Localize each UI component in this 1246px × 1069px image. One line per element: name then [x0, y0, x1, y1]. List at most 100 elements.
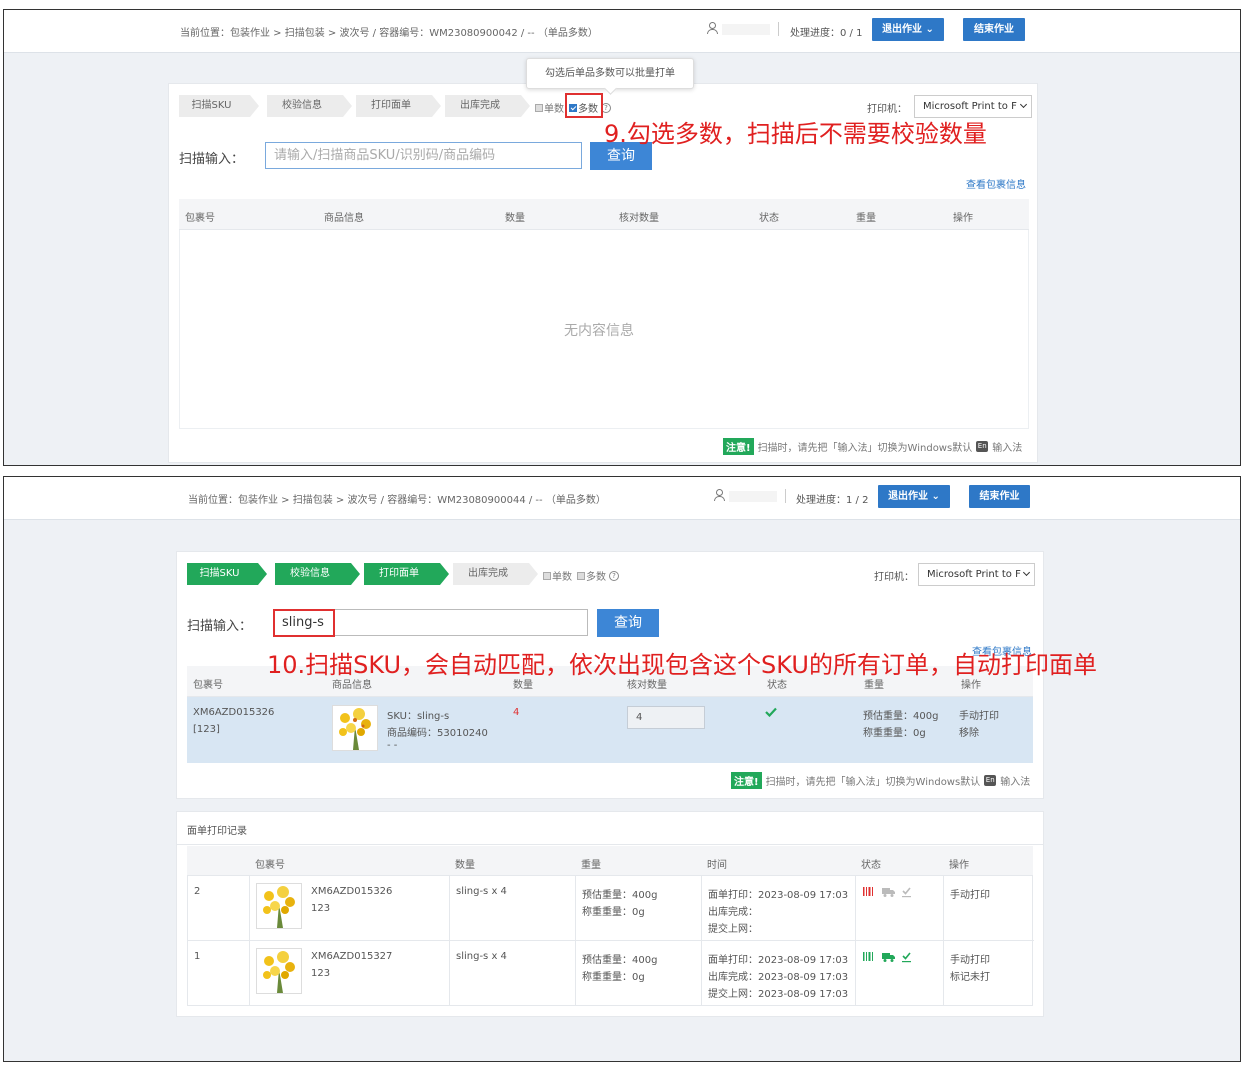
- chevron-down-icon: [1022, 568, 1031, 577]
- log-col-action: 操作: [949, 860, 969, 871]
- single-qty-checkbox[interactable]: 单数: [535, 100, 564, 115]
- log-est-weight: 预估重量：400g: [582, 955, 658, 966]
- log-package-sub: 123: [311, 968, 331, 979]
- quantity: 4: [513, 707, 520, 718]
- actual-weight: 称重重量：0g: [863, 728, 926, 739]
- package-sub: [123]: [193, 724, 220, 735]
- col-package-no: 包裹号: [185, 213, 215, 224]
- print-log-panel: 面单打印记录 包裹号 数量 重量 时间 状态 操作 2 XM6AZD015326…: [176, 811, 1044, 1017]
- step-outbound-done: 出库完成: [453, 563, 538, 585]
- user-name: [729, 491, 777, 502]
- log-act-weight: 称重重量：0g: [582, 972, 645, 983]
- check-qty-input[interactable]: 4: [627, 706, 705, 729]
- table-header: 包裹号 商品信息 数量 核对数量 状态 重量 操作: [179, 199, 1029, 230]
- product-image: [256, 948, 302, 994]
- step-verify-info: 校验信息: [267, 95, 352, 117]
- flower-bouquet-icon: [263, 951, 295, 993]
- col-package-no: 包裹号: [193, 680, 223, 691]
- help-tooltip: 勾选后单品多数可以批量打单: [526, 58, 694, 89]
- print-log-title: 面单打印记录: [187, 826, 247, 837]
- table-row: XM6AZD015326 [123] SKU：sling-s 商品编码：5301…: [187, 697, 1033, 763]
- notice-end: 输入法: [992, 443, 1023, 454]
- help-icon[interactable]: ?: [609, 570, 619, 581]
- checkbox-box[interactable]: [543, 571, 551, 580]
- log-package-no: XM6AZD015326: [311, 886, 393, 897]
- notice-tag: 注意!: [731, 772, 762, 789]
- printer-select[interactable]: Microsoft Print to F: [918, 563, 1035, 586]
- checkbox-box[interactable]: [577, 571, 585, 580]
- progress-text: 处理进度：0 / 1: [790, 28, 863, 39]
- log-col-quantity: 数量: [455, 860, 475, 871]
- scan-label: 扫描输入：: [179, 152, 245, 167]
- log-index: 1: [194, 951, 201, 962]
- view-package-link[interactable]: 查看包裹信息: [966, 176, 1026, 191]
- truck-icon: [882, 888, 895, 897]
- screenshot-step9: 当前位置：包装作业 > 扫描包装 > 波次号 / 容器编号：WM23080900…: [3, 9, 1241, 466]
- query-button[interactable]: 查询: [597, 609, 659, 637]
- notice-text: 扫描时，请先把「输入法」切换为Windows默认: [757, 443, 973, 454]
- col-product-info: 商品信息: [324, 213, 364, 224]
- status-icons: [863, 887, 911, 898]
- breadcrumb: 当前位置：包装作业 > 扫描包装 > 波次号 / 容器编号：WM23080900…: [188, 495, 606, 506]
- log-est-weight: 预估重量：400g: [582, 890, 658, 901]
- highlight-box: [565, 93, 603, 118]
- barcode-icon: [863, 887, 873, 896]
- flower-bouquet-icon: [339, 708, 371, 750]
- status-icons: [863, 952, 911, 963]
- col-weight: 重量: [856, 213, 876, 224]
- upload-check-icon: [902, 887, 911, 898]
- scan-input[interactable]: 请输入/扫描商品SKU/识别码/商品编码: [265, 142, 582, 169]
- log-mark-unprinted-link[interactable]: 标记未打: [950, 968, 990, 983]
- printer-label: 打印机：: [867, 104, 907, 115]
- product-image: [332, 705, 378, 751]
- finish-work-button[interactable]: 结束作业: [963, 18, 1025, 41]
- log-col-status: 状态: [861, 860, 881, 871]
- annotation-step10: 10.扫描SKU，会自动匹配，依次出现包含这个SKU的所有订单，自动打印面单: [267, 651, 1097, 679]
- product-code: 商品编码：53010240: [387, 728, 488, 739]
- log-col-package-no: 包裹号: [255, 860, 285, 871]
- screenshot-step10: 当前位置：包装作业 > 扫描包装 > 波次号 / 容器编号：WM23080900…: [3, 476, 1241, 1062]
- log-time-print: 面单打印：2023-08-09 17:03: [708, 955, 849, 966]
- log-quantity: sling-s x 4: [456, 886, 507, 897]
- divider: [785, 489, 786, 503]
- barcode-icon: [863, 952, 873, 961]
- log-table-body: 2 XM6AZD015326 123 sling-s x 4 预估重量：400g…: [187, 876, 1034, 1006]
- log-manual-print-link[interactable]: 手动打印: [950, 951, 990, 966]
- upload-check-icon: [902, 952, 911, 963]
- top-bar: 当前位置：包装作业 > 扫描包装 > 波次号 / 容器编号：WM23080900…: [4, 477, 1240, 520]
- table-body-empty: 无内容信息: [179, 230, 1029, 429]
- manual-print-link[interactable]: 手动打印: [959, 707, 999, 722]
- notice-tag: 注意!: [723, 438, 754, 455]
- multi-qty-checkbox[interactable]: 多数?: [577, 568, 619, 583]
- col-quantity: 数量: [505, 213, 525, 224]
- single-qty-checkbox[interactable]: 单数: [543, 568, 572, 583]
- product-sku: SKU：sling-s: [387, 711, 450, 722]
- log-quantity: sling-s x 4: [456, 951, 507, 962]
- user-name: [722, 24, 770, 35]
- notice-end: 输入法: [1000, 777, 1031, 788]
- printer-value: Microsoft Print to F: [923, 101, 1017, 112]
- step-print-label: 打印面单: [364, 563, 449, 585]
- highlight-box: [273, 609, 335, 637]
- remove-link[interactable]: 移除: [959, 724, 979, 739]
- ime-notice: 注意! 扫描时，请先把「输入法」切换为Windows默认 En 输入法: [723, 438, 1022, 455]
- log-time-submit: 提交上网：2023-08-09 17:03: [708, 989, 849, 1000]
- truck-icon: [882, 953, 895, 962]
- exit-work-button[interactable]: 退出作业 ⌄: [872, 18, 944, 41]
- divider: [778, 22, 779, 36]
- mode-options: 单数 多数?: [543, 568, 633, 583]
- col-action: 操作: [953, 213, 973, 224]
- checkbox-box[interactable]: [535, 103, 543, 112]
- package-no: XM6AZD015326: [193, 707, 275, 718]
- log-time-outbound: 出库完成：: [708, 907, 758, 918]
- finish-work-button[interactable]: 结束作业: [969, 485, 1030, 508]
- user-icon: [706, 22, 718, 34]
- exit-work-button[interactable]: 退出作业 ⌄: [878, 485, 950, 508]
- product-dash: - -: [387, 740, 398, 751]
- notice-text: 扫描时，请先把「输入法」切换为Windows默认: [765, 777, 981, 788]
- log-manual-print-link[interactable]: 手动打印: [950, 886, 990, 901]
- progress-text: 处理进度：1 / 2: [796, 495, 869, 506]
- single-qty-label: 单数: [552, 572, 572, 583]
- printer-value: Microsoft Print to F: [927, 569, 1021, 580]
- top-bar: 当前位置：包装作业 > 扫描包装 > 波次号 / 容器编号：WM23080900…: [4, 10, 1240, 53]
